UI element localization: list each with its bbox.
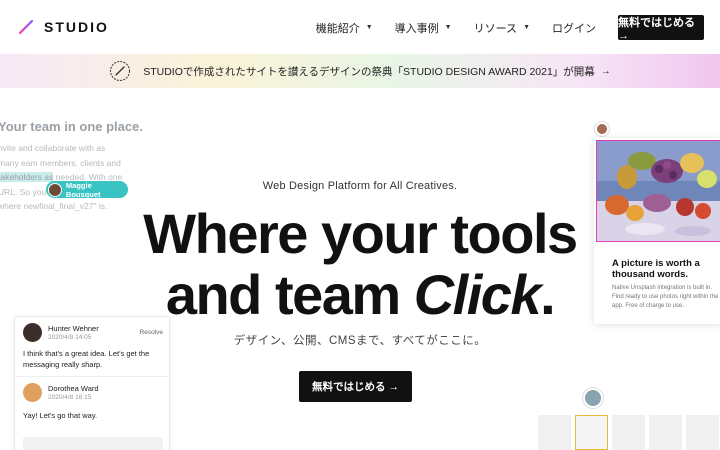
- image-thumbnail[interactable]: [649, 415, 682, 450]
- chevron-down-icon: ▼: [444, 24, 452, 31]
- award-banner[interactable]: STUDIOで作成されたサイトを讃えるデザインの祭典「STUDIO DESIGN…: [0, 54, 720, 88]
- logo-slash-icon: [18, 19, 34, 35]
- image-thumbnail[interactable]: [538, 415, 571, 450]
- card-title: A picture is worth a thousand words.: [612, 258, 700, 280]
- avatar: [23, 323, 42, 342]
- resolve-button[interactable]: Resolve: [140, 329, 163, 336]
- comment-date: 2020/4/8 16:15: [48, 394, 92, 401]
- team-heading: Your team in one place.: [0, 119, 143, 134]
- banner-text: STUDIOで作成されたサイトを讃えるデザインの祭典「STUDIO DESIGN…: [143, 65, 595, 78]
- comment-date: 2020/4/8 14:05: [48, 334, 92, 341]
- image-thumbnail-selected[interactable]: [575, 415, 608, 450]
- selected-image[interactable]: [596, 140, 720, 242]
- reply-input[interactable]: [23, 437, 163, 450]
- main-nav: 機能紹介 ▼ 導入事例 ▼ リソース ▼ ログイン 無料ではじめる →: [316, 15, 704, 42]
- nav-resources-label: リソース: [473, 22, 518, 35]
- logo-text: STUDIO: [44, 19, 109, 35]
- comment-header: Dorothea Ward 2020/4/8 16:15: [23, 383, 99, 402]
- comment-meta: Hunter Wehner 2020/4/8 14:05: [48, 324, 99, 341]
- signup-button[interactable]: 無料ではじめる →: [618, 15, 704, 42]
- hero-title-period: .: [540, 263, 556, 326]
- comment-message: I think that's a great idea. Let's get t…: [23, 349, 150, 369]
- avatar: [583, 388, 603, 408]
- avatar: [23, 383, 42, 402]
- comment-meta: Dorothea Ward 2020/4/8 16:15: [48, 384, 99, 401]
- fruit-painting-image: [597, 141, 720, 241]
- nav-resources[interactable]: リソース ▼: [474, 20, 530, 36]
- team-description: nvite and collaborate with as many eam m…: [0, 141, 128, 214]
- nav-cases[interactable]: 導入事例 ▼: [395, 20, 452, 36]
- team-desc-part1: nvite and collaborate with as many eam m…: [0, 143, 121, 168]
- comment-header: Hunter Wehner 2020/4/8 14:05: [23, 323, 99, 342]
- card-description: Native Unsplash integration is built in.…: [612, 285, 719, 309]
- hero-signup-button[interactable]: 無料ではじめる →: [299, 371, 412, 402]
- nav-cases-label: 導入事例: [394, 22, 439, 35]
- site-header: STUDIO 機能紹介 ▼ 導入事例 ▼ リソース ▼ ログイン 無料ではじめる…: [0, 0, 720, 54]
- hero-title-emphasis: Click: [413, 263, 542, 326]
- comment-author: Hunter Wehner: [48, 324, 99, 333]
- divider: [15, 376, 169, 377]
- image-thumbnail[interactable]: [686, 415, 719, 450]
- comment-author: Dorothea Ward: [48, 384, 99, 393]
- chevron-down-icon: ▼: [365, 24, 373, 31]
- comments-panel: Hunter Wehner 2020/4/8 14:05 Resolve I t…: [14, 316, 170, 450]
- arrow-right-icon: →: [600, 65, 611, 77]
- hero-title-prefix: and team: [165, 263, 414, 326]
- avatar: [595, 122, 609, 136]
- unsplash-card: A picture is worth a thousand words. Nat…: [594, 138, 720, 324]
- logo[interactable]: STUDIO: [18, 19, 109, 35]
- comment-message: Yay! Let's go that way.: [23, 411, 98, 420]
- nav-features-label: 機能紹介: [315, 22, 360, 35]
- chevron-down-icon: ▼: [523, 24, 530, 31]
- image-thumbnail[interactable]: [612, 415, 645, 450]
- nav-features[interactable]: 機能紹介 ▼: [316, 20, 373, 36]
- award-badge-icon: [110, 61, 131, 81]
- nav-login[interactable]: ログイン: [552, 20, 596, 36]
